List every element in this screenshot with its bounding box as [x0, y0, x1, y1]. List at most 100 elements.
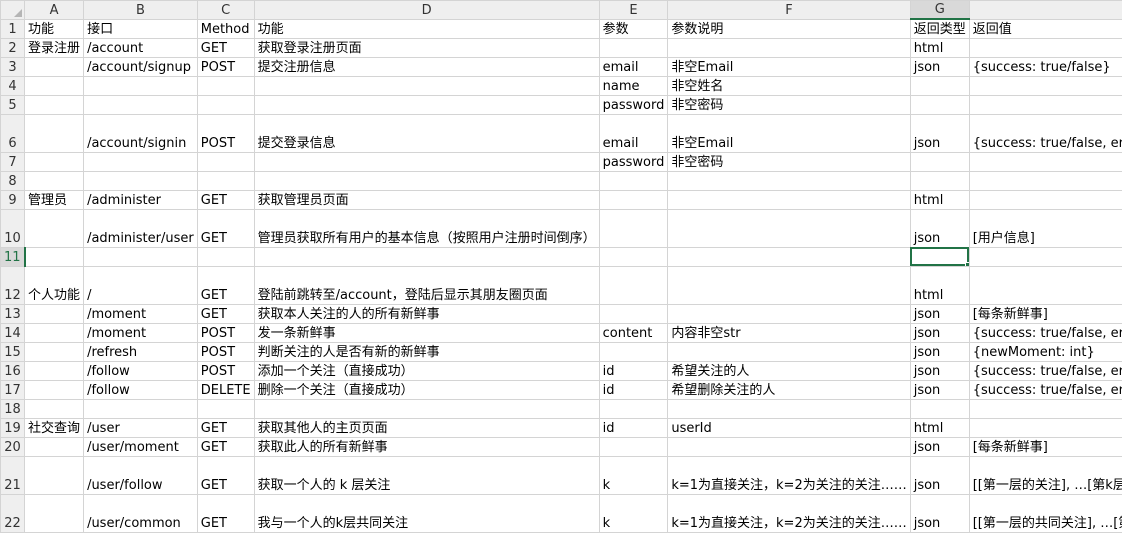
cell-f5[interactable]: 非空密码 [667, 94, 911, 115]
cell-c17[interactable]: DELETE [196, 379, 255, 400]
cell-b13[interactable]: /moment [83, 303, 198, 324]
row-header-18[interactable]: 18 [0, 398, 26, 419]
row-header-22[interactable]: 22 [0, 493, 26, 533]
cell-b10[interactable]: /administer/user [83, 208, 198, 248]
cell-e18[interactable] [598, 398, 669, 419]
cell-c14[interactable]: POST [196, 322, 255, 343]
cell-e6[interactable]: email [598, 113, 669, 153]
cell-f22[interactable]: k=1为直接关注，k=2为关注的关注…… [667, 493, 911, 533]
cell-a12[interactable]: 个人功能 [24, 265, 85, 305]
cell-g7[interactable] [909, 151, 970, 172]
cell-b9[interactable]: /administer [83, 189, 198, 210]
cell-g17[interactable]: json [909, 379, 970, 400]
cell-e12[interactable] [598, 265, 669, 305]
cell-g12[interactable]: html [909, 265, 970, 305]
cell-e3[interactable]: email [598, 56, 669, 77]
cell-g14[interactable]: json [909, 322, 970, 343]
cell-h3[interactable]: {success: true/false} [968, 56, 1122, 77]
cell-d21[interactable]: 获取一个人的 k 层关注 [253, 455, 600, 495]
cell-a22[interactable] [24, 493, 85, 533]
cell-b2[interactable]: /account [83, 37, 198, 58]
column-header-b[interactable]: B [83, 0, 198, 20]
cell-e20[interactable] [598, 436, 669, 457]
cell-c1[interactable]: Method [196, 18, 255, 39]
cell-f6[interactable]: 非空Email [667, 113, 911, 153]
cell-f9[interactable] [667, 189, 911, 210]
cell-f17[interactable]: 希望删除关注的人 [667, 379, 911, 400]
cell-d12[interactable]: 登陆前跳转至/account，登陆后显示其朋友圈页面 [253, 265, 600, 305]
cell-c15[interactable]: POST [196, 341, 255, 362]
cell-h20[interactable]: [每条新鲜事] [968, 436, 1122, 457]
cell-d18[interactable] [253, 398, 600, 419]
cell-g10[interactable]: json [909, 208, 970, 248]
column-header-a[interactable]: A [24, 0, 85, 20]
cell-b21[interactable]: /user/follow [83, 455, 198, 495]
row-header-5[interactable]: 5 [0, 94, 26, 115]
row-header-3[interactable]: 3 [0, 56, 26, 77]
cell-g6[interactable]: json [909, 113, 970, 153]
cell-g5[interactable] [909, 94, 970, 115]
cell-d11[interactable] [253, 246, 600, 267]
cell-f4[interactable]: 非空姓名 [667, 75, 911, 96]
cell-e13[interactable] [598, 303, 669, 324]
cell-e10[interactable] [598, 208, 669, 248]
cell-f1[interactable]: 参数说明 [667, 18, 911, 39]
cell-h17[interactable]: {success: true/false, err: errString} [968, 379, 1122, 400]
cell-b18[interactable] [83, 398, 198, 419]
cell-b20[interactable]: /user/moment [83, 436, 198, 457]
cell-c13[interactable]: GET [196, 303, 255, 324]
cell-c5[interactable] [196, 94, 255, 115]
cell-a13[interactable] [24, 303, 85, 324]
cell-h8[interactable] [968, 170, 1122, 191]
cell-e2[interactable] [598, 37, 669, 58]
cell-h14[interactable]: {success: true/false, err: errString} [968, 322, 1122, 343]
cell-g2[interactable]: html [909, 37, 970, 58]
cell-b22[interactable]: /user/common [83, 493, 198, 533]
cell-f20[interactable] [667, 436, 911, 457]
cell-d1[interactable]: 功能 [253, 18, 600, 39]
cell-f11[interactable] [667, 246, 911, 267]
cell-d3[interactable]: 提交注册信息 [253, 56, 600, 77]
cell-e16[interactable]: id [598, 360, 669, 381]
cell-h7[interactable] [968, 151, 1122, 172]
cell-d13[interactable]: 获取本人关注的人的所有新鲜事 [253, 303, 600, 324]
row-header-1[interactable]: 1 [0, 18, 26, 39]
cell-g15[interactable]: json [909, 341, 970, 362]
cell-g19[interactable]: html [909, 417, 970, 438]
cell-d15[interactable]: 判断关注的人是否有新的新鲜事 [253, 341, 600, 362]
cell-h5[interactable] [968, 94, 1122, 115]
column-header-c[interactable]: C [196, 0, 255, 20]
cell-c20[interactable]: GET [196, 436, 255, 457]
column-header-f[interactable]: F [667, 0, 911, 20]
cell-f10[interactable] [667, 208, 911, 248]
cell-c4[interactable] [196, 75, 255, 96]
cell-e4[interactable]: name [598, 75, 669, 96]
column-header-g[interactable]: G [909, 0, 970, 20]
cell-g22[interactable]: json [909, 493, 970, 533]
column-header-e[interactable]: E [598, 0, 669, 20]
cell-g4[interactable] [909, 75, 970, 96]
cell-d10[interactable]: 管理员获取所有用户的基本信息（按照用户注册时间倒序） [253, 208, 600, 248]
cell-a2[interactable]: 登录注册 [24, 37, 85, 58]
cell-h12[interactable] [968, 265, 1122, 305]
cell-b12[interactable]: / [83, 265, 198, 305]
column-header-d[interactable]: D [253, 0, 600, 20]
cell-f18[interactable] [667, 398, 911, 419]
row-header-12[interactable]: 12 [0, 265, 26, 305]
cell-a1[interactable]: 功能 [24, 18, 85, 39]
cell-f14[interactable]: 内容非空str [667, 322, 911, 343]
cell-a5[interactable] [24, 94, 85, 115]
row-header-17[interactable]: 17 [0, 379, 26, 400]
cell-b17[interactable]: /follow [83, 379, 198, 400]
cell-a16[interactable] [24, 360, 85, 381]
cell-b16[interactable]: /follow [83, 360, 198, 381]
cell-g9[interactable]: html [909, 189, 970, 210]
cell-b4[interactable] [83, 75, 198, 96]
cell-h13[interactable]: [每条新鲜事] [968, 303, 1122, 324]
cell-g1[interactable]: 返回类型 [909, 18, 970, 39]
cell-a8[interactable] [24, 170, 85, 191]
cell-b8[interactable] [83, 170, 198, 191]
cell-c6[interactable]: POST [196, 113, 255, 153]
cell-g18[interactable] [909, 398, 970, 419]
cell-a20[interactable] [24, 436, 85, 457]
